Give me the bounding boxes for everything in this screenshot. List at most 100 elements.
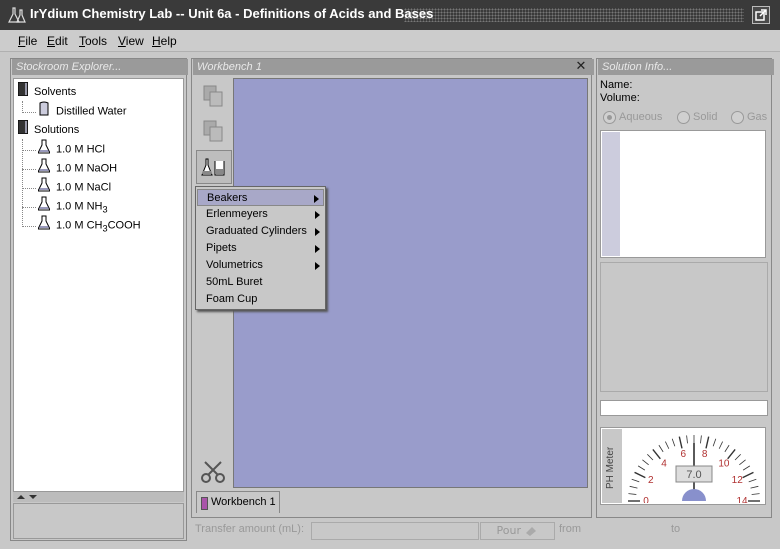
copy-icon: [203, 85, 223, 107]
ph-tick: [734, 454, 741, 461]
ph-meter-sidebar: PH Meter: [602, 429, 622, 503]
flask-icon: [37, 139, 51, 160]
tree-group-solvents[interactable]: Solvents: [17, 81, 76, 102]
paste-button[interactable]: [196, 115, 230, 147]
ph-tick: [678, 436, 683, 449]
to-label: to: [671, 523, 681, 535]
menu-item-graduated-cylinders[interactable]: Graduated Cylinders: [197, 223, 324, 240]
book-icon: [17, 81, 29, 102]
scissors-icon: [201, 461, 225, 483]
solution-info-header: Solution Info...: [598, 59, 774, 75]
menu-item-pipets[interactable]: Pipets: [197, 240, 324, 257]
glassware-icon: [201, 158, 225, 176]
species-list[interactable]: [600, 130, 766, 258]
window-title: IrYdium Chemistry Lab -- Unit 6a - Defin…: [30, 6, 434, 21]
flask-icon: [37, 196, 51, 217]
ph-tick: [712, 438, 717, 447]
name-label: Name:: [600, 79, 633, 91]
ph-tick: [742, 471, 754, 479]
menu-file[interactable]: File: [18, 34, 37, 48]
tree-item-ch3cooh[interactable]: 1.0 M CH3COOH: [37, 215, 141, 236]
tree-item-hcl[interactable]: 1.0 M HCl: [37, 139, 105, 160]
ph-scale-label: 6: [681, 449, 687, 460]
add-glassware-button[interactable]: [196, 150, 232, 184]
menu-edit[interactable]: Edit: [47, 34, 68, 48]
menu-tools[interactable]: Tools: [79, 34, 107, 48]
ph-tick: [634, 471, 646, 479]
pour-button[interactable]: Pour: [480, 522, 555, 540]
submenu-arrow-icon: [315, 245, 320, 253]
bottle-icon: [38, 101, 50, 122]
tree-item-nacl[interactable]: 1.0 M NaCl: [37, 177, 111, 195]
radio-solid-label: Solid: [693, 111, 718, 123]
tree-item-naoh[interactable]: 1.0 M NaOH: [37, 158, 117, 179]
submenu-arrow-icon: [315, 262, 320, 270]
radio-aqueous[interactable]: [603, 111, 616, 124]
tree-item-nh3[interactable]: 1.0 M NH3: [37, 196, 108, 217]
cleanup-button[interactable]: [196, 456, 230, 488]
submenu-arrow-icon: [314, 195, 319, 203]
book-icon: [17, 119, 29, 140]
solution-properties-pane: [600, 262, 768, 392]
transfer-bar: Transfer amount (mL): Pour from to: [191, 519, 772, 541]
ph-scale-label: 12: [732, 475, 744, 486]
menu-item-50ml-buret[interactable]: 50mL Buret: [197, 274, 324, 291]
splitter-arrows-icon: [17, 495, 37, 499]
ph-scale-label: 4: [661, 458, 667, 469]
menu-item-erlenmeyers[interactable]: Erlenmeyers: [197, 206, 324, 223]
ph-tick: [705, 436, 710, 449]
paste-icon: [203, 120, 223, 142]
menu-item-foam-cup[interactable]: Foam Cup: [197, 291, 324, 308]
copy-button[interactable]: [196, 80, 230, 112]
ph-tick: [628, 493, 637, 495]
workbench-tab-icon: [201, 497, 208, 510]
glassware-menu: Beakers Erlenmeyers Graduated Cylinders …: [195, 186, 326, 310]
ph-meter-label: PH Meter: [605, 446, 616, 489]
ph-tick: [724, 444, 730, 453]
from-label: from: [559, 523, 581, 535]
menu-help[interactable]: Help: [152, 34, 177, 48]
species-list-gutter: [602, 132, 620, 256]
stockroom-detail-pane: [13, 503, 184, 539]
volume-label: Volume:: [600, 92, 640, 104]
stockroom-splitter[interactable]: [13, 492, 184, 502]
maximize-icon: [755, 9, 767, 21]
ph-tick: [686, 435, 688, 444]
ph-reading: 7.0: [686, 469, 701, 481]
ph-tick: [739, 459, 746, 466]
ph-tick: [631, 478, 640, 483]
submenu-arrow-icon: [315, 228, 320, 236]
menu-view[interactable]: View: [118, 34, 144, 48]
ph-tick: [658, 444, 664, 453]
stockroom-tree[interactable]: Solvents Distilled Water Solutions 1.0 M…: [13, 78, 184, 492]
ph-tick: [750, 485, 759, 489]
transfer-amount-input[interactable]: [311, 522, 479, 540]
workbench-header: Workbench 1: [193, 59, 594, 75]
radio-gas[interactable]: [731, 111, 744, 124]
ph-scale-label: 2: [648, 475, 654, 486]
close-workbench-icon[interactable]: ✕: [574, 59, 588, 75]
ph-tick: [642, 459, 649, 466]
ph-needle-hub: [682, 489, 706, 501]
maximize-button[interactable]: [752, 6, 770, 24]
ph-tick: [629, 485, 638, 489]
ph-tick: [700, 435, 702, 444]
menu-item-beakers[interactable]: Beakers: [197, 189, 324, 206]
ph-scale-label: 0: [643, 496, 649, 503]
menu-item-volumetrics[interactable]: Volumetrics: [197, 257, 324, 274]
tree-item-distilled-water[interactable]: Distilled Water: [38, 101, 127, 119]
app-flask-icon: [8, 6, 26, 24]
radio-solid[interactable]: [677, 111, 690, 124]
tab-workbench-1[interactable]: Workbench 1: [196, 491, 280, 513]
radio-aqueous-label: Aqueous: [619, 111, 663, 123]
ph-scale-label: 8: [702, 449, 708, 460]
flask-icon: [37, 158, 51, 179]
solution-value-field[interactable]: [600, 400, 768, 416]
ph-scale-label: 14: [736, 496, 748, 503]
transfer-amount-label: Transfer amount (mL):: [195, 523, 305, 535]
ph-tick: [748, 478, 757, 483]
tree-group-solutions[interactable]: Solutions: [17, 119, 79, 140]
ph-tick: [718, 441, 723, 449]
radio-gas-label: Gas: [747, 111, 768, 123]
flask-icon: [37, 215, 51, 236]
